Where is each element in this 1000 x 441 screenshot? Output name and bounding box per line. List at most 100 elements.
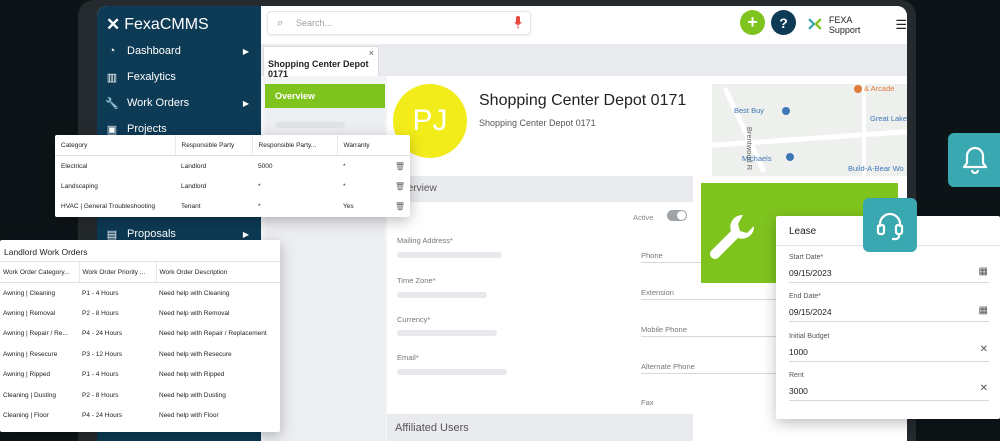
table-cell: P4 - 24 Hours xyxy=(82,330,123,338)
help-button[interactable]: ? xyxy=(771,10,796,35)
sidebar-item-work-orders[interactable]: 🔧 Work Orders ▶ xyxy=(105,93,255,113)
table-cell: Need help with Resecure xyxy=(159,350,232,358)
field-label: Alternate Phone xyxy=(641,362,695,371)
logo-text: FexaCMMS xyxy=(124,16,209,33)
field-underline[interactable] xyxy=(641,336,776,337)
close-icon[interactable]: × xyxy=(369,48,374,58)
table-cell: Landscaping xyxy=(61,183,98,190)
hamburger-menu-icon[interactable]: ☰ xyxy=(895,17,907,33)
table-cell: Electrical xyxy=(61,163,88,170)
table-row[interactable]: Awning | Resecure P3 - 12 Hours Need help … xyxy=(0,344,280,365)
support-chat-button[interactable] xyxy=(863,198,917,252)
calendar-icon[interactable]: ▦ xyxy=(979,266,988,277)
fexa-x-icon: ✕ xyxy=(106,15,121,34)
initial-budget-field[interactable]: 1000 xyxy=(789,347,808,357)
column-header[interactable]: Warranty xyxy=(337,135,389,156)
sidebar-item-label: Dashboard xyxy=(127,45,181,57)
table-cell: Need help with Repair / Replacement xyxy=(159,330,267,338)
column-header[interactable]: Responsible Party xyxy=(175,135,253,156)
field-label: Email* xyxy=(397,353,419,362)
field-placeholder[interactable] xyxy=(397,369,507,375)
table-cell: * xyxy=(258,183,261,190)
table-row[interactable]: Cleaning | Floor P4 - 24 Hours Need help w… xyxy=(0,406,280,427)
table-row[interactable]: Landscaping Landlord * * 🗑 xyxy=(55,176,410,196)
wrench-icon: 🔧 xyxy=(105,97,119,110)
tab-shopping-center[interactable]: Shopping Center Depot 0171 × xyxy=(263,46,379,79)
top-bar: ⌕ Search... + ? FEXA Support ☰ xyxy=(261,6,907,44)
active-toggle[interactable] xyxy=(667,210,687,221)
table-cell: Awning | Resecure xyxy=(3,350,58,358)
search-input[interactable]: ⌕ Search... xyxy=(267,11,531,35)
column-header[interactable]: Work Order Priority ... xyxy=(79,262,157,283)
card-title: Lease xyxy=(789,226,817,237)
fexa-support-logo-icon xyxy=(808,18,822,30)
table-cell: P4 - 24 Hours xyxy=(82,412,123,420)
field-underline xyxy=(789,400,989,401)
field-placeholder[interactable] xyxy=(397,330,497,336)
end-date-field[interactable]: 09/15/2024 xyxy=(789,307,832,317)
search-placeholder: Search... xyxy=(296,18,333,28)
field-underline xyxy=(789,361,989,362)
warranty-table-card: Category Responsible Party Responsible P… xyxy=(55,135,410,217)
trash-icon[interactable]: 🗑 xyxy=(389,196,410,216)
clear-icon[interactable]: ✕ xyxy=(980,344,988,355)
table-cell: Need help with Cleaning xyxy=(159,289,230,297)
rent-field[interactable]: 3000 xyxy=(789,386,808,396)
field-placeholder[interactable] xyxy=(397,292,487,298)
calendar-icon[interactable]: ▦ xyxy=(979,305,988,316)
active-label: Active xyxy=(633,213,654,222)
end-date-label: End Date* xyxy=(789,293,821,300)
add-button[interactable]: + xyxy=(740,10,765,35)
table-row[interactable]: Awning | Removal P2 - 8 Hours Need help wi… xyxy=(0,303,280,324)
caret-right-icon: ▶ xyxy=(242,46,249,56)
notifications-button[interactable] xyxy=(948,133,1000,187)
field-underline[interactable] xyxy=(641,373,776,374)
microphone-icon[interactable] xyxy=(514,16,522,29)
briefcase-icon: ▣ xyxy=(106,123,118,136)
column-header[interactable]: Work Order Description xyxy=(156,262,280,283)
column-header[interactable]: Category xyxy=(55,135,176,156)
field-underline xyxy=(789,321,989,322)
fexa-logo[interactable]: ✕ FexaCMMS xyxy=(106,15,209,35)
page-title: Shopping Center Depot 0171 xyxy=(479,92,687,109)
location-map[interactable]: Best Buy Michaels Great Lakes Build-A-Be… xyxy=(712,84,907,176)
sidebar-item-fexalytics[interactable]: ▥ Fexalytics xyxy=(105,67,255,87)
sidebar-item-dashboard[interactable]: ◔ Dashboard ▶ xyxy=(105,41,255,61)
table-cell: * xyxy=(258,203,261,210)
column-header[interactable]: Work Order Category... xyxy=(0,262,80,283)
table-row[interactable]: Electrical Landlord 5000 * 🗑 xyxy=(55,156,410,177)
tab-label: Shopping Center Depot 0171 xyxy=(268,59,369,79)
bell-icon xyxy=(962,146,988,175)
support-menu[interactable]: FEXA Support ☰ xyxy=(807,15,907,35)
table-cell: P1 - 4 Hours xyxy=(82,289,119,297)
table-row[interactable]: Awning | Repair / Re... P4 - 24 Hours Need… xyxy=(0,324,280,345)
field-label: Fax xyxy=(641,398,654,407)
trash-icon[interactable]: 🗑 xyxy=(389,156,410,177)
field-underline[interactable] xyxy=(641,299,776,300)
table-cell: Yes xyxy=(343,203,354,210)
column-header[interactable]: Responsible Party... xyxy=(252,135,338,156)
sidebar-item-label: Work Orders xyxy=(127,97,190,109)
table-cell: Tenant xyxy=(181,203,201,210)
table-cell: * xyxy=(343,163,346,170)
warranty-table: Category Responsible Party Responsible P… xyxy=(55,135,410,216)
table-cell: 5000 xyxy=(258,163,273,170)
trash-icon[interactable]: 🗑 xyxy=(389,176,410,196)
search-icon: ⌕ xyxy=(277,17,284,29)
table-row[interactable]: Awning | Cleaning P1 - 4 Hours Need help w… xyxy=(0,283,280,304)
sidebar-item-label: Projects xyxy=(127,123,167,135)
table-cell: Need help with Ripped xyxy=(159,371,225,379)
start-date-field[interactable]: 09/15/2023 xyxy=(789,268,832,278)
table-row[interactable]: Cleaning | Dusting P2 - 8 Hours Need help … xyxy=(0,385,280,406)
wrench-icon xyxy=(710,214,755,259)
overview-section-header: Overview xyxy=(387,176,693,202)
map-pin-icon xyxy=(782,107,790,115)
affiliated-users-header: Affiliated Users xyxy=(387,414,693,441)
map-road xyxy=(862,84,866,176)
subnav-item-overview[interactable]: Overview xyxy=(265,84,385,108)
map-road xyxy=(712,129,907,148)
clear-icon[interactable]: ✕ xyxy=(980,383,988,394)
table-row[interactable]: Awning | Ripped P1 - 4 Hours Need help wit… xyxy=(0,365,280,386)
field-placeholder[interactable] xyxy=(397,252,502,258)
table-row[interactable]: HVAC | General Troubleshooting Tenant * … xyxy=(55,196,410,216)
